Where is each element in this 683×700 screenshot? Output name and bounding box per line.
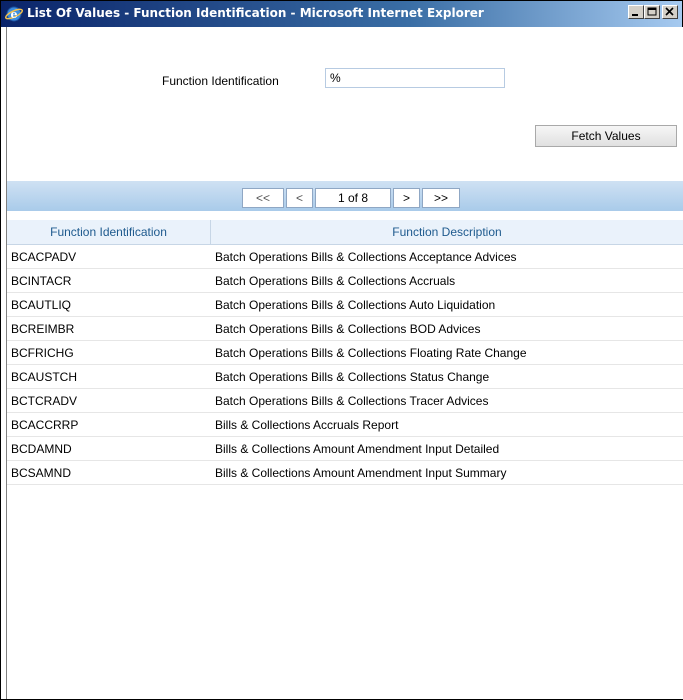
- function-id-cell: BCACPADV: [11, 250, 77, 264]
- function-id-cell: BCTCRADV: [11, 394, 78, 408]
- maximize-button[interactable]: [644, 5, 660, 19]
- function-description-cell: Batch Operations Bills & Collections Flo…: [215, 346, 527, 360]
- table-header: Function Identification Function Descrip…: [7, 220, 683, 245]
- table-row[interactable]: BCDAMND Bills & Collections Amount Amend…: [7, 437, 683, 461]
- function-description-cell: Batch Operations Bills & Collections BOD…: [215, 322, 481, 336]
- function-description-cell: Batch Operations Bills & Collections Sta…: [215, 370, 490, 384]
- function-description-cell: Batch Operations Bills & Collections Tra…: [215, 394, 489, 408]
- fetch-values-button[interactable]: Fetch Values: [535, 125, 677, 147]
- page-indicator: 1 of 8: [315, 188, 391, 208]
- function-id-cell: BCREIMBR: [11, 322, 75, 336]
- function-identification-label: Function Identification: [162, 74, 279, 88]
- function-id-cell: BCDAMND: [11, 442, 72, 456]
- function-description-cell: Bills & Collections Accruals Report: [215, 418, 399, 432]
- function-id-cell: BCSAMND: [11, 466, 72, 480]
- page-content: Function Identification Fetch Values << …: [6, 27, 683, 699]
- function-id-cell: BCFRICHG: [11, 346, 74, 360]
- table-row[interactable]: BCACPADV Batch Operations Bills & Collec…: [7, 245, 683, 269]
- table-row[interactable]: BCTCRADV Batch Operations Bills & Collec…: [7, 389, 683, 413]
- title-bar[interactable]: e List Of Values - Function Identificati…: [1, 1, 682, 27]
- browser-window: e List Of Values - Function Identificati…: [0, 0, 683, 700]
- svg-text:e: e: [11, 8, 18, 21]
- table-row[interactable]: BCACCRRP Bills & Collections Accruals Re…: [7, 413, 683, 437]
- internet-explorer-icon: e: [4, 5, 24, 23]
- function-id-cell: BCINTACR: [11, 274, 72, 288]
- pagination-bar: << < 1 of 8 > >>: [7, 181, 683, 211]
- last-page-button[interactable]: >>: [422, 188, 460, 208]
- minimize-button[interactable]: [628, 5, 644, 19]
- function-description-cell: Bills & Collections Amount Amendment Inp…: [215, 466, 507, 480]
- column-header-function-identification[interactable]: Function Identification: [7, 220, 211, 244]
- table-row[interactable]: BCAUSTCH Batch Operations Bills & Collec…: [7, 365, 683, 389]
- function-id-cell: BCACCRRP: [11, 418, 79, 432]
- table-row[interactable]: BCREIMBR Batch Operations Bills & Collec…: [7, 317, 683, 341]
- function-description-cell: Batch Operations Bills & Collections Aut…: [215, 298, 496, 312]
- function-description-cell: Batch Operations Bills & Collections Acc…: [215, 274, 456, 288]
- first-page-button[interactable]: <<: [242, 188, 284, 208]
- function-identification-input[interactable]: [325, 68, 505, 88]
- next-page-button[interactable]: >: [393, 188, 420, 208]
- previous-page-button[interactable]: <: [286, 188, 313, 208]
- table-row[interactable]: BCINTACR Batch Operations Bills & Collec…: [7, 269, 683, 293]
- column-header-function-description[interactable]: Function Description: [211, 220, 683, 244]
- table-row[interactable]: BCAUTLIQ Batch Operations Bills & Collec…: [7, 293, 683, 317]
- function-id-cell: BCAUTLIQ: [11, 298, 72, 312]
- table-row[interactable]: BCSAMND Bills & Collections Amount Amend…: [7, 461, 683, 485]
- function-description-cell: Batch Operations Bills & Collections Acc…: [215, 250, 517, 264]
- table-row[interactable]: BCFRICHG Batch Operations Bills & Collec…: [7, 341, 683, 365]
- window-title: List Of Values - Function Identification…: [27, 6, 484, 20]
- function-description-cell: Bills & Collections Amount Amendment Inp…: [215, 442, 500, 456]
- close-button[interactable]: [662, 5, 678, 19]
- function-id-cell: BCAUSTCH: [11, 370, 78, 384]
